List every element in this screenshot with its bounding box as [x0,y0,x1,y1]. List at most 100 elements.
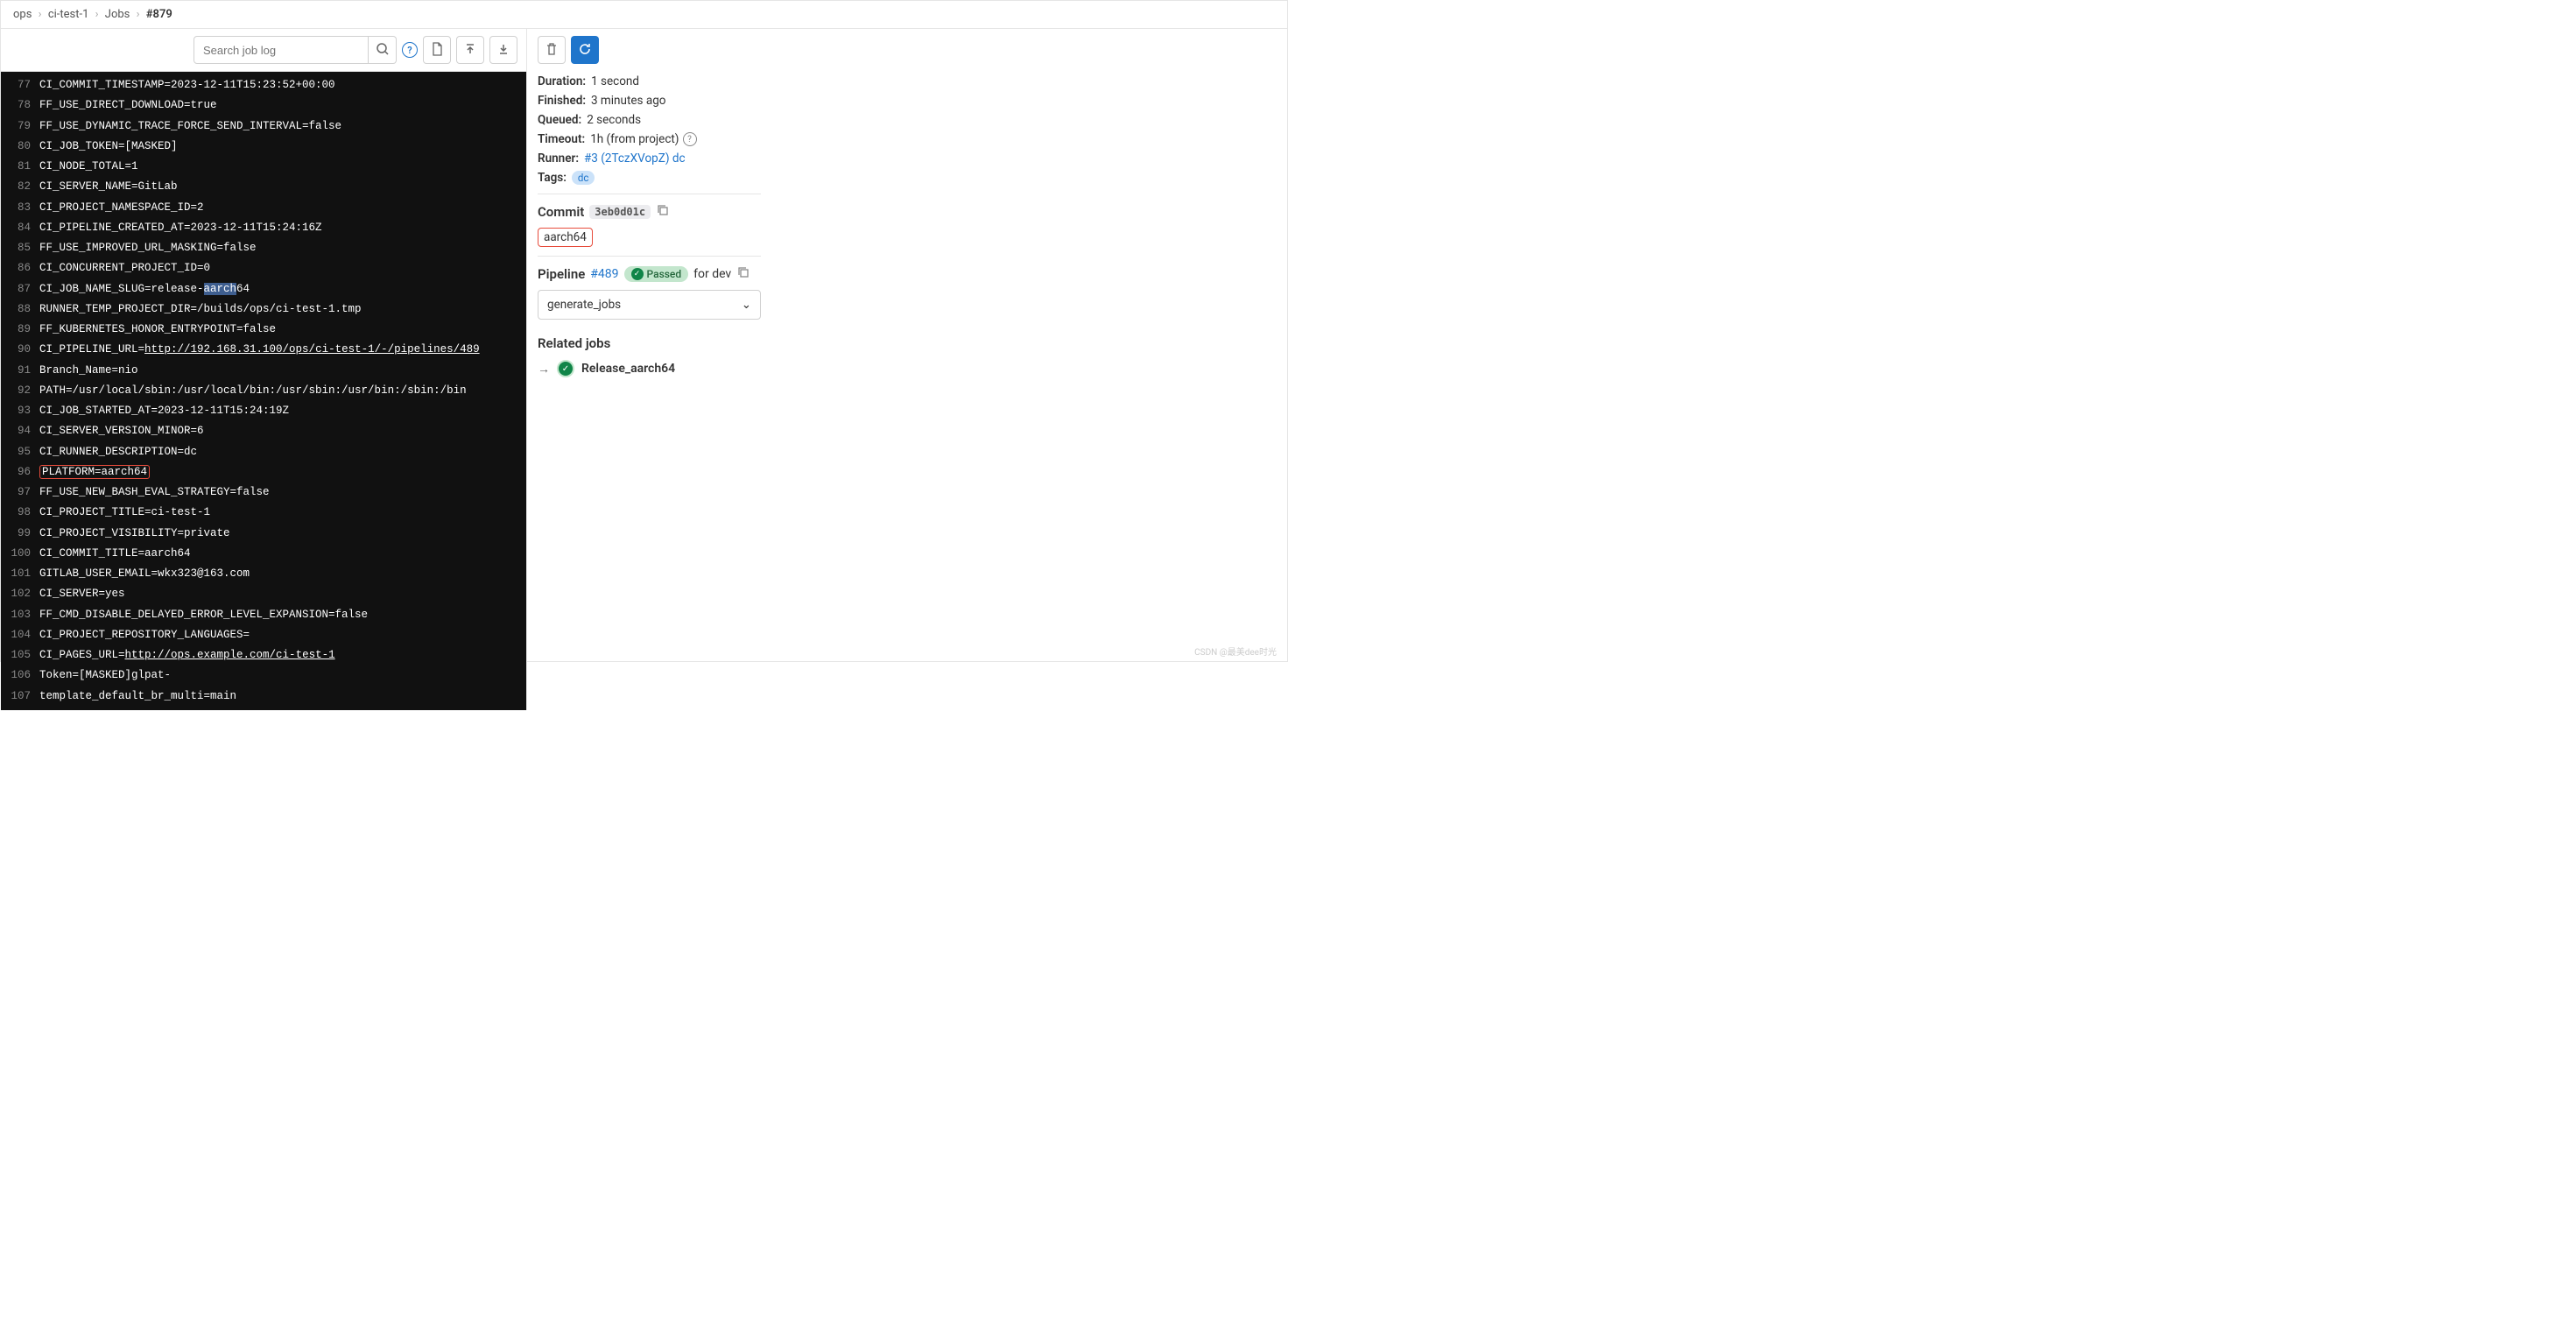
line-number[interactable]: 90 [1,341,39,359]
line-number[interactable]: 103 [1,606,39,624]
line-number[interactable]: 83 [1,199,39,217]
timeout-value: 1h (from project) [590,132,679,146]
search-input[interactable] [194,36,369,64]
log-line: 79FF_USE_DYNAMIC_TRACE_FORCE_SEND_INTERV… [1,116,526,137]
line-content: Branch_Name=nio [39,362,526,380]
runner-link[interactable]: #3 (2TczXVopZ) dc [584,151,686,166]
runner-label: Runner: [538,151,579,166]
help-icon[interactable]: ? [402,42,418,58]
line-content: PLATFORM=aarch64 [39,463,526,482]
log-line: 105CI_PAGES_URL=http://ops.example.com/c… [1,645,526,666]
line-number[interactable]: 102 [1,585,39,603]
line-number[interactable]: 91 [1,362,39,380]
line-number[interactable]: 98 [1,504,39,522]
copy-icon[interactable] [736,265,750,283]
line-number[interactable]: 84 [1,219,39,237]
stage-value: generate_jobs [547,298,621,312]
queued-value: 2 seconds [587,113,641,127]
log-line: 83CI_PROJECT_NAMESPACE_ID=2 [1,198,526,218]
status-passed-icon: ✓ [557,360,574,377]
finished-label: Finished: [538,94,586,108]
line-content: FF_USE_DYNAMIC_TRACE_FORCE_SEND_INTERVAL… [39,117,526,136]
line-number[interactable]: 93 [1,402,39,420]
status-badge: ✓Passed [624,266,689,282]
line-number[interactable]: 85 [1,239,39,257]
related-job-item[interactable]: → ✓ Release_aarch64 [538,360,761,377]
log-line: 94CI_SERVER_VERSION_MINOR=6 [1,421,526,441]
line-content: CI_PIPELINE_URL=http://192.168.31.100/op… [39,341,526,359]
line-number[interactable]: 99 [1,525,39,543]
duration-label: Duration: [538,74,586,88]
line-number[interactable]: 101 [1,565,39,583]
breadcrumb-project[interactable]: ci-test-1 [48,8,89,21]
chevron-right-icon: › [95,8,99,21]
line-number[interactable]: 105 [1,646,39,665]
log-line: 98CI_PROJECT_TITLE=ci-test-1 [1,503,526,523]
log-link[interactable]: http://ops.example.com/ci-test-1 [125,649,335,661]
search-button[interactable] [369,36,397,64]
line-number[interactable]: 87 [1,280,39,299]
line-number[interactable]: 86 [1,259,39,278]
line-number[interactable]: 107 [1,687,39,706]
line-number[interactable]: 81 [1,158,39,176]
line-content: CI_SERVER=yes [39,585,526,603]
queued-label: Queued: [538,113,581,127]
breadcrumb: ops › ci-test-1 › Jobs › #879 [1,1,1287,29]
commit-title: aarch64 [538,228,593,247]
scroll-top-button[interactable] [456,36,484,64]
line-number[interactable]: 78 [1,96,39,115]
breadcrumb-jobs[interactable]: Jobs [105,8,130,21]
line-number[interactable]: 88 [1,300,39,319]
line-number[interactable]: 97 [1,483,39,502]
line-content: CI_PAGES_URL=http://ops.example.com/ci-t… [39,646,526,665]
download-log-button[interactable] [423,36,451,64]
erase-job-button[interactable] [538,36,566,64]
line-number[interactable]: 94 [1,422,39,440]
line-content: CI_PROJECT_VISIBILITY=private [39,525,526,543]
log-line: 92PATH=/usr/local/sbin:/usr/local/bin:/u… [1,381,526,401]
pipeline-for: for dev [693,267,731,281]
line-number[interactable]: 106 [1,666,39,685]
related-heading: Related jobs [538,335,761,351]
duration-value: 1 second [591,74,639,88]
line-number[interactable]: 92 [1,382,39,400]
line-content: CI_PROJECT_NAMESPACE_ID=2 [39,199,526,217]
line-number[interactable]: 95 [1,443,39,461]
log-line: 85FF_USE_IMPROVED_URL_MASKING=false [1,238,526,258]
line-content: CI_NODE_TOTAL=1 [39,158,526,176]
line-number[interactable]: 82 [1,178,39,196]
line-content: CI_PROJECT_REPOSITORY_LANGUAGES= [39,626,526,644]
log-line: 93CI_JOB_STARTED_AT=2023-12-11T15:24:19Z [1,401,526,421]
line-content: FF_KUBERNETES_HONOR_ENTRYPOINT=false [39,320,526,339]
scroll-bottom-button[interactable] [489,36,517,64]
commit-sha[interactable]: 3eb0d01c [589,205,651,219]
stage-dropdown[interactable]: generate_jobs ⌄ [538,290,761,320]
chevron-down-icon: ⌄ [742,298,751,312]
document-icon [430,42,444,59]
line-content: CI_JOB_TOKEN=[MASKED] [39,137,526,156]
line-content: FF_USE_NEW_BASH_EVAL_STRATEGY=false [39,483,526,502]
line-content: CI_PIPELINE_CREATED_AT=2023-12-11T15:24:… [39,219,526,237]
copy-icon[interactable] [656,203,670,221]
line-number[interactable]: 79 [1,117,39,136]
pipeline-link[interactable]: #489 [590,267,618,281]
line-content: CI_RUNNER_DESCRIPTION=dc [39,443,526,461]
scroll-bottom-icon [496,42,510,59]
log-line: 97FF_USE_NEW_BASH_EVAL_STRATEGY=false [1,482,526,503]
retry-job-button[interactable] [571,36,599,64]
line-number[interactable]: 100 [1,545,39,563]
line-number[interactable]: 80 [1,137,39,156]
log-link[interactable]: http://192.168.31.100/ops/ci-test-1/-/pi… [144,343,480,356]
log-line: 104CI_PROJECT_REPOSITORY_LANGUAGES= [1,625,526,645]
log-line: 86CI_CONCURRENT_PROJECT_ID=0 [1,258,526,278]
breadcrumb-ops[interactable]: ops [13,8,32,21]
line-number[interactable]: 104 [1,626,39,644]
job-log[interactable]: 77CI_COMMIT_TIMESTAMP=2023-12-11T15:23:5… [1,72,526,710]
help-icon[interactable]: ? [683,132,697,146]
line-number[interactable]: 96 [1,463,39,482]
line-number[interactable]: 77 [1,76,39,95]
line-content: template_default_br_multi=main [39,687,526,706]
log-line: 84CI_PIPELINE_CREATED_AT=2023-12-11T15:2… [1,218,526,238]
line-content: CI_JOB_NAME_SLUG=release-aarch64 [39,280,526,299]
line-number[interactable]: 89 [1,320,39,339]
